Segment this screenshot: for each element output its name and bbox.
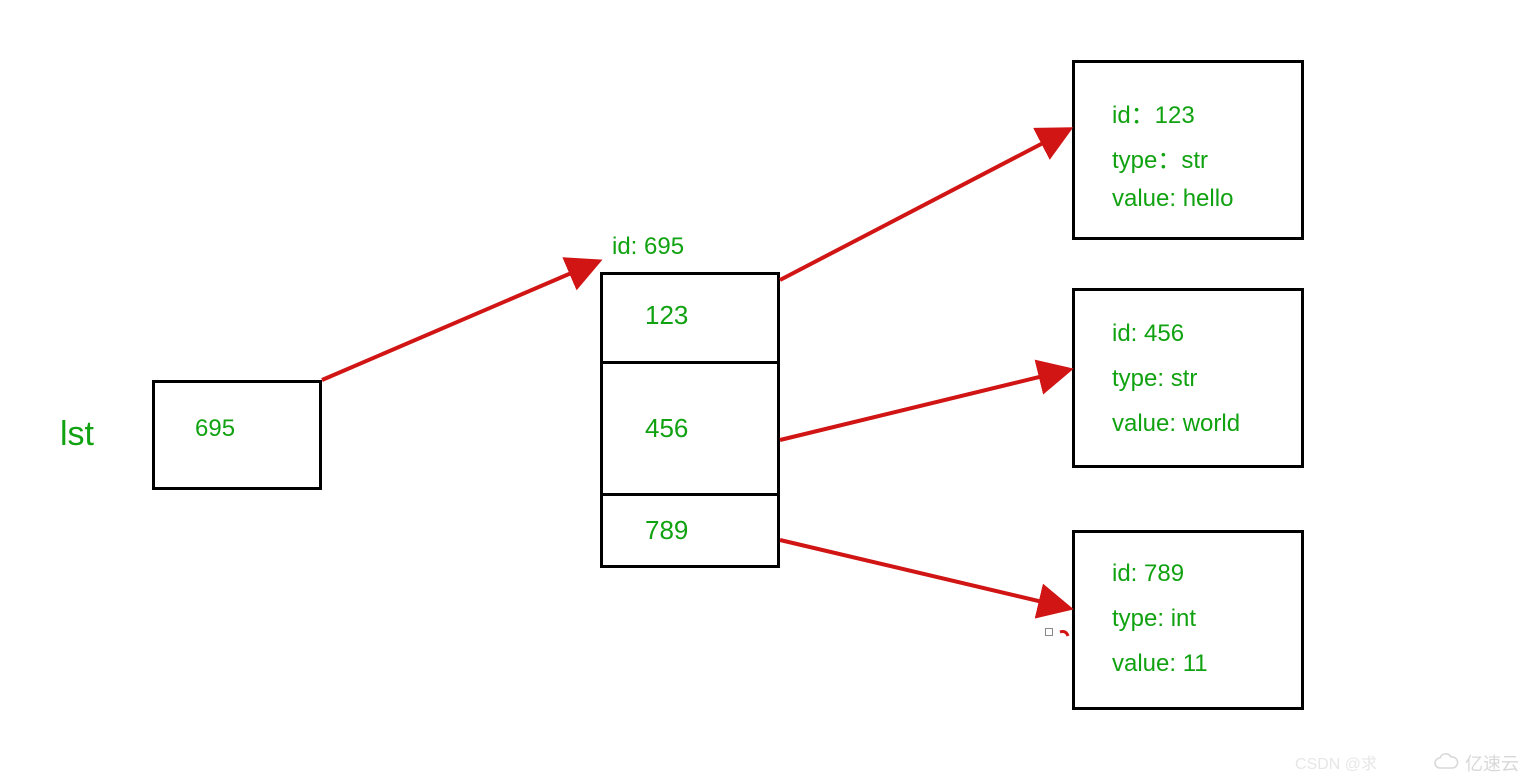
list-cell-1-box bbox=[600, 364, 780, 496]
object-2-value: value: 11 bbox=[1112, 650, 1208, 678]
variable-ref-value: 695 bbox=[195, 415, 235, 443]
variable-name: lst bbox=[60, 415, 94, 454]
artifact-square bbox=[1045, 628, 1053, 636]
watermark-yisu-text: 亿速云 bbox=[1465, 750, 1519, 776]
list-cell-1-value: 456 bbox=[645, 413, 688, 444]
object-1-id: id: 456 bbox=[1112, 320, 1184, 348]
variable-ref-box bbox=[152, 380, 322, 490]
object-0-id: id：123 bbox=[1112, 95, 1195, 130]
arrow-lst-to-list bbox=[322, 262, 597, 380]
arrow-cell1-to-obj1 bbox=[780, 370, 1068, 440]
list-cell-0-box bbox=[600, 272, 780, 364]
list-cell-0-value: 123 bbox=[645, 300, 688, 331]
cloud-icon bbox=[1433, 753, 1459, 773]
arrow-cell0-to-obj0 bbox=[780, 130, 1068, 280]
diagram-canvas: lst 695 id: 695 123 456 789 id：123 type：… bbox=[0, 0, 1527, 782]
arrow-scribble bbox=[1060, 632, 1068, 637]
list-id-label: id: 695 bbox=[612, 233, 684, 261]
object-0-type: type：str bbox=[1112, 140, 1208, 175]
object-1-type: type: str bbox=[1112, 365, 1197, 393]
watermark-csdn: CSDN @求 bbox=[1295, 750, 1377, 774]
arrow-cell2-to-obj2 bbox=[780, 540, 1068, 608]
list-cell-2-box bbox=[600, 496, 780, 568]
object-0-value: value: hello bbox=[1112, 185, 1233, 213]
object-2-type: type: int bbox=[1112, 605, 1196, 633]
object-2-id: id: 789 bbox=[1112, 560, 1184, 588]
watermark-yisu: 亿速云 bbox=[1433, 750, 1519, 776]
list-cell-2-value: 789 bbox=[645, 515, 688, 546]
object-1-value: value: world bbox=[1112, 410, 1240, 438]
